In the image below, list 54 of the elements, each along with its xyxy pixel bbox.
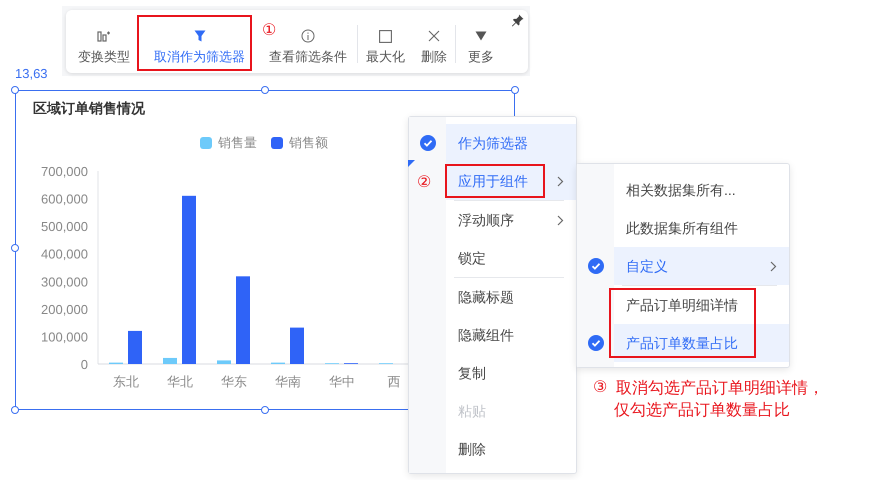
- axis-category-label: 西: [388, 374, 400, 389]
- axis-tick-label: 700,000: [41, 164, 88, 179]
- resize-handle[interactable]: [261, 86, 269, 94]
- resize-handle[interactable]: [11, 86, 19, 94]
- resize-handle[interactable]: [11, 406, 19, 414]
- annotation-note: 仅勾选产品订单数量占比: [614, 400, 791, 421]
- bar: [128, 330, 142, 364]
- caret-icon: [475, 31, 487, 41]
- step-marker: ①: [262, 21, 276, 41]
- resize-handle[interactable]: [261, 406, 269, 414]
- axis-tick-label: 200,000: [41, 302, 88, 317]
- axis-category-label: 华东: [221, 374, 247, 389]
- annotation-note: 取消勾选产品订单明细详情，: [616, 378, 824, 399]
- filter-icon: [194, 30, 206, 42]
- position-label: 13,63: [15, 66, 48, 82]
- axis-tick-label: 0: [80, 357, 88, 372]
- axis-category-label: 华南: [275, 374, 301, 389]
- menu-item[interactable]: 产品订单数量占比: [614, 324, 789, 362]
- bar: [290, 328, 304, 364]
- swap-icon: [97, 30, 111, 42]
- menu-item[interactable]: 产品订单明细详情: [614, 286, 789, 324]
- axis-category-label: 东北: [113, 374, 139, 389]
- step-marker: ③: [593, 378, 607, 398]
- toolbar-button[interactable]: 更多: [456, 28, 506, 65]
- menu-item[interactable]: 作为筛选器: [446, 124, 576, 162]
- axis-category-label: 华中: [329, 374, 355, 389]
- toolbar-button[interactable]: 最大化: [358, 28, 413, 65]
- corner-marker-icon: [408, 160, 415, 167]
- axis-tick-label: 500,000: [41, 219, 88, 234]
- axis-tick-label: 400,000: [41, 246, 88, 262]
- legend-label: 销售额: [289, 134, 328, 152]
- resize-handle[interactable]: [11, 244, 19, 252]
- axis-tick-label: 100,000: [41, 329, 88, 344]
- bar: [217, 360, 231, 364]
- toolbar-button[interactable]: 变换类型: [68, 28, 140, 65]
- axis-tick-label: 300,000: [41, 274, 88, 290]
- axis-category-label: 华北: [167, 374, 193, 389]
- menu-item[interactable]: 相关数据集所有...: [614, 171, 789, 209]
- menu-item[interactable]: 此数据集所有组件: [614, 209, 789, 247]
- pin-icon[interactable]: [511, 14, 524, 27]
- maximize-icon: [379, 30, 392, 42]
- resize-handle[interactable]: [511, 86, 519, 94]
- toolbar-button[interactable]: 删除: [413, 28, 455, 65]
- toolbar-button[interactable]: 取消作为筛选器: [140, 28, 259, 65]
- step-marker: ②: [417, 173, 431, 193]
- axis-tick-label: 600,000: [41, 192, 88, 207]
- menu-item[interactable]: 应用于组件: [446, 162, 576, 200]
- chart-title: 区域订单销售情况: [33, 99, 145, 117]
- menu-item[interactable]: 自定义: [614, 247, 789, 285]
- bar: [163, 358, 177, 364]
- menu-item[interactable]: 删除: [446, 430, 576, 468]
- legend-label: 销售量: [218, 134, 257, 152]
- close-icon: [428, 30, 440, 42]
- info-icon: [301, 29, 315, 43]
